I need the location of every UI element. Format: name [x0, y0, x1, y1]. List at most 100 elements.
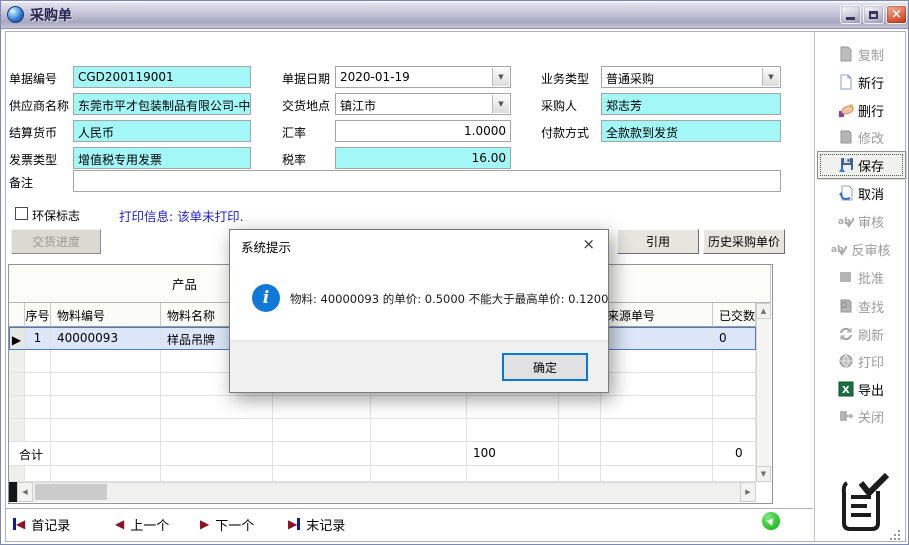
table-empty-row	[9, 466, 756, 482]
dialog-message: 物料: 40000093 的单价: 0.5000 不能大于最高单价: 0.120…	[290, 291, 608, 307]
history-price-button[interactable]: 历史采购单价	[703, 229, 785, 254]
col-material-code[interactable]: 物料编号	[51, 303, 161, 327]
close-icon: ×	[891, 7, 902, 22]
biz-type-label: 业务类型	[541, 70, 589, 87]
doc-date-field[interactable]: 2020-01-19 ▼	[335, 66, 511, 88]
currency-field[interactable]: 人民币	[73, 120, 251, 142]
scroll-left-icon[interactable]: ◀	[17, 482, 33, 502]
minimize-button[interactable]	[840, 5, 861, 24]
nav-first-record[interactable]: ◀ 首记录	[13, 514, 70, 534]
sidebar-divider	[814, 32, 815, 541]
cancel-icon	[838, 185, 854, 201]
cell-delivered: 0	[713, 327, 756, 350]
sidebar-button-audit[interactable]: ab 审核	[817, 211, 905, 231]
hscrollbar-left-cap	[9, 482, 17, 502]
info-icon: i	[252, 284, 280, 312]
status-green-icon[interactable]	[762, 512, 780, 530]
dialog-title: 系统提示	[241, 237, 291, 256]
scroll-up-icon[interactable]: ▲	[756, 303, 771, 319]
nav-separator	[6, 508, 813, 509]
col-delivered[interactable]: 已交数	[713, 303, 756, 327]
exchange-rate-label: 汇率	[282, 124, 306, 141]
currency-label: 结算货币	[9, 124, 57, 141]
table-total-row: 合计 100 0	[9, 442, 756, 466]
sidebar-button-copy[interactable]: 复制	[817, 44, 905, 64]
chevron-down-icon[interactable]: ▼	[492, 68, 509, 86]
total-qty: 100	[467, 442, 559, 466]
chevron-down-icon[interactable]: ▼	[762, 68, 779, 86]
invoice-type-label: 发票类型	[9, 151, 57, 168]
total-label: 合计	[9, 442, 51, 466]
purchase-order-window: 采购单 × 单据编号 CGD200119001 供应商名称 东莞市平才包装制品有…	[0, 0, 909, 545]
supplier-field[interactable]: 东莞市平才包装制品有限公司-中	[73, 93, 251, 115]
eco-flag-checkbox[interactable]	[15, 207, 28, 220]
system-prompt-dialog: 系统提示 × i 物料: 40000093 的单价: 0.5000 不能大于最高…	[229, 229, 609, 393]
col-source-no[interactable]: 来源单号	[601, 303, 713, 327]
sidebar-button-approve[interactable]: 批准	[817, 267, 905, 287]
nav-last-record[interactable]: ▶ 末记录	[288, 514, 345, 534]
sidebar-button-unaudit[interactable]: ab 反审核	[817, 239, 905, 259]
ok-button[interactable]: 确定	[502, 353, 588, 381]
resize-grip[interactable]	[898, 538, 900, 540]
delivery-place-label: 交货地点	[282, 97, 330, 114]
horizontal-scrollbar[interactable]	[9, 482, 756, 502]
dialog-titlebar: 系统提示 ×	[230, 230, 608, 260]
sidebar-button-delete-row[interactable]: 删行	[817, 100, 905, 120]
table-empty-row	[9, 419, 756, 442]
sidebar-button-find[interactable]: 查找	[817, 296, 905, 316]
delivery-progress-button[interactable]: 交货进度	[11, 229, 101, 254]
tax-rate-field[interactable]: 16.00	[335, 147, 511, 169]
export-icon: X	[838, 381, 854, 397]
sidebar-button-new-row[interactable]: 新行	[817, 72, 905, 92]
doc-no-field[interactable]: CGD200119001	[73, 66, 251, 88]
sidebar-button-print[interactable]: 打印	[817, 351, 905, 371]
titlebar: 采购单	[1, 1, 908, 29]
cell-seq: 1	[25, 327, 51, 350]
maximize-icon	[869, 11, 878, 19]
sidebar-button-save[interactable]: 保存	[817, 155, 905, 175]
unaudit-icon: ab	[831, 241, 847, 257]
sidebar-button-export[interactable]: X 导出	[817, 379, 905, 399]
quote-button[interactable]: 引用	[617, 229, 699, 254]
buyer-field[interactable]: 郑志芳	[601, 93, 781, 115]
last-record-icon: ▶	[288, 517, 297, 531]
sidebar-button-refresh[interactable]: 刷新	[817, 324, 905, 344]
scroll-down-icon[interactable]: ▼	[756, 466, 771, 482]
invoice-type-field[interactable]: 增值税专用发票	[73, 147, 251, 169]
delivery-place-field[interactable]: 镇江市 ▼	[335, 93, 511, 115]
minimize-icon	[846, 17, 855, 20]
previous-record-icon: ◀	[115, 517, 124, 531]
remark-label: 备注	[9, 174, 33, 191]
group-header-right	[609, 265, 771, 303]
doc-no-label: 单据编号	[9, 70, 57, 87]
audit-icon: ab	[838, 213, 854, 229]
edit-icon	[838, 129, 854, 145]
maximize-button[interactable]	[863, 5, 884, 24]
biz-type-field[interactable]: 普通采购 ▼	[601, 66, 781, 88]
table-empty-row	[9, 396, 756, 419]
scroll-right-icon[interactable]: ▶	[740, 482, 756, 502]
sidebar-button-edit[interactable]: 修改	[817, 127, 905, 147]
new-row-icon	[838, 74, 854, 90]
vertical-scrollbar[interactable]	[756, 303, 771, 482]
refresh-icon	[838, 326, 854, 342]
pay-method-field[interactable]: 全款款到发货	[601, 120, 781, 142]
sidebar-button-close[interactable]: 关闭	[817, 406, 905, 426]
col-seq[interactable]: 序号	[25, 303, 51, 327]
sidebar-button-cancel[interactable]: 取消	[817, 183, 905, 203]
tax-rate-label: 税率	[282, 151, 306, 168]
nav-next-record[interactable]: ▶ 下一个	[200, 514, 254, 534]
close-window-icon	[838, 408, 854, 424]
row-marker-icon: ▶	[9, 327, 25, 350]
nav-previous-record[interactable]: ◀ 上一个	[115, 514, 169, 534]
approve-icon	[838, 269, 854, 285]
remark-field[interactable]	[73, 170, 781, 192]
doc-date-label: 单据日期	[282, 70, 330, 87]
dialog-close-icon[interactable]: ×	[582, 235, 595, 253]
chevron-down-icon[interactable]: ▼	[492, 95, 509, 113]
exchange-rate-field[interactable]: 1.0000	[335, 120, 511, 142]
hscrollbar-thumb[interactable]	[35, 484, 107, 500]
svg-text:X: X	[842, 385, 850, 396]
close-button[interactable]: ×	[886, 5, 907, 24]
print-icon	[838, 353, 854, 369]
